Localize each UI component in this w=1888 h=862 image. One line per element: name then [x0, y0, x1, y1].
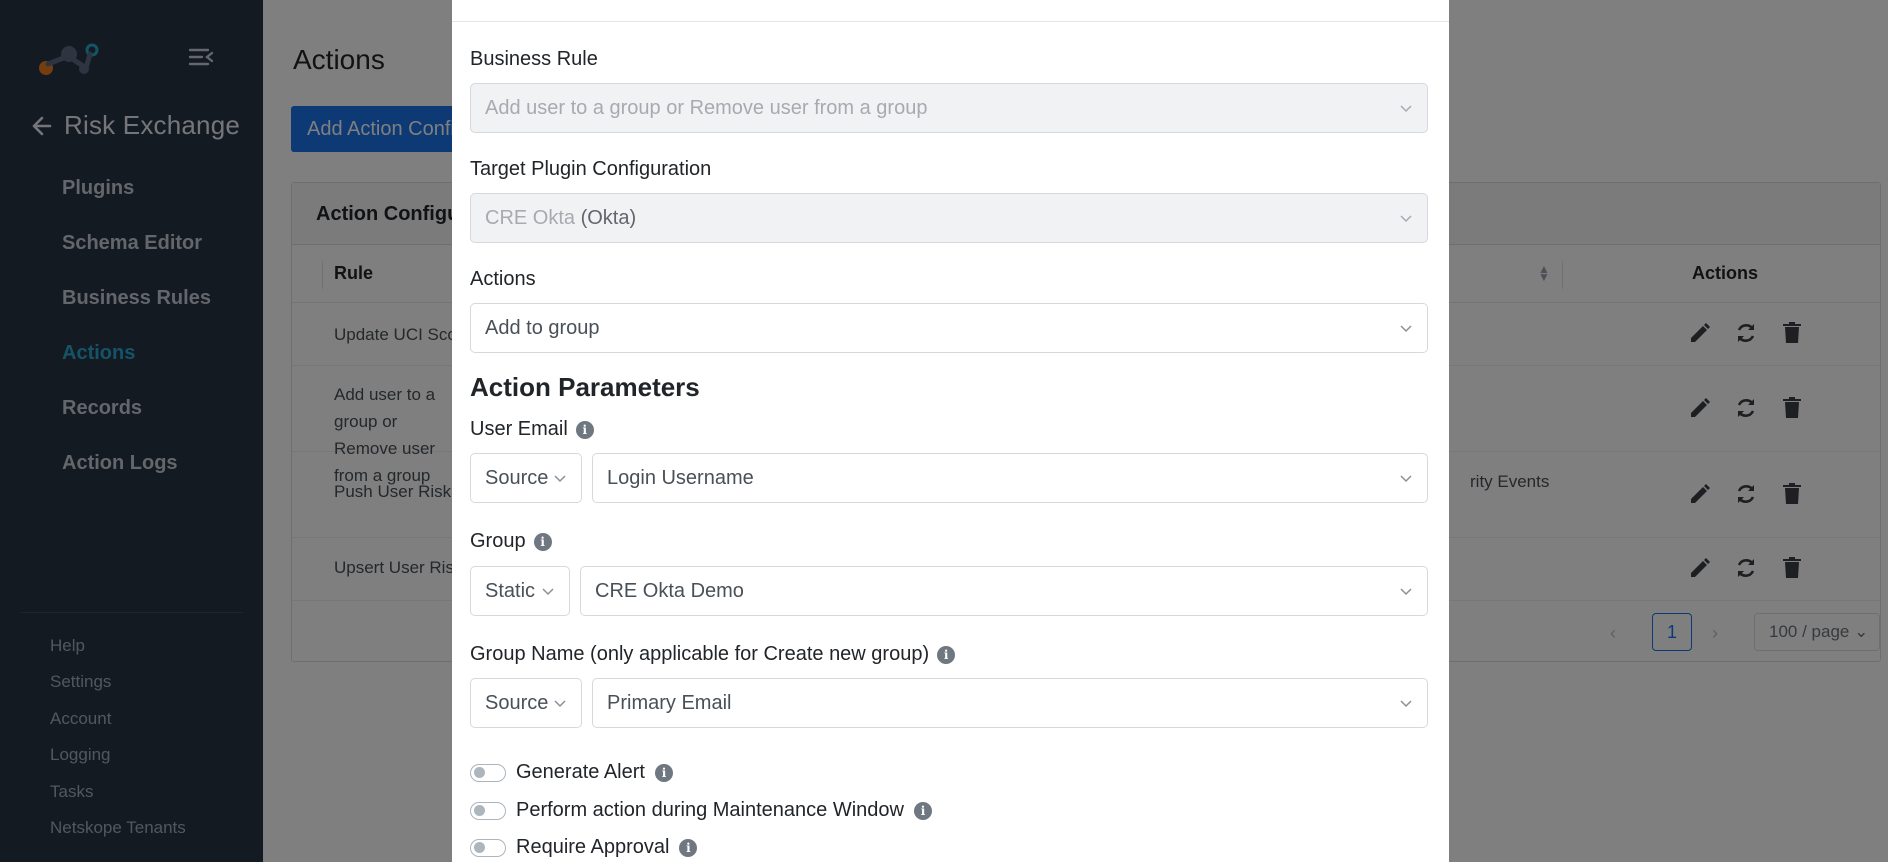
info-icon[interactable]: i: [654, 763, 673, 782]
maintenance-window-toggle[interactable]: [470, 801, 506, 820]
group-name-label-text: Group Name (only applicable for Create n…: [470, 643, 930, 665]
group-type-select[interactable]: Static: [470, 566, 570, 616]
info-icon[interactable]: i: [913, 801, 932, 820]
generate-alert-label: Generate Alert: [516, 761, 645, 783]
modal-header-divider: [452, 21, 1449, 22]
user-email-label: User Email i: [470, 418, 594, 441]
user-email-field-select[interactable]: Login Username: [592, 453, 1428, 503]
user-email-type-select[interactable]: Source: [470, 453, 582, 503]
chevron-down-icon: [1400, 475, 1412, 483]
business-rule-label: Business Rule: [470, 48, 598, 71]
actions-label: Actions: [470, 268, 536, 291]
user-email-label-text: User Email: [470, 418, 568, 440]
target-plugin-type: (Okta): [580, 207, 637, 229]
maintenance-window-label: Perform action during Maintenance Window: [516, 799, 904, 821]
chevron-down-icon: [1400, 700, 1412, 708]
business-rule-label-text: Business Rule: [470, 48, 598, 70]
action-configuration-modal: Business Rule Add user to a group or Rem…: [452, 0, 1449, 862]
info-icon[interactable]: i: [533, 532, 552, 551]
user-email-field-value: Login Username: [607, 467, 754, 489]
info-icon[interactable]: i: [575, 420, 594, 439]
actions-select[interactable]: Add to group: [470, 303, 1428, 353]
business-rule-select: Add user to a group or Remove user from …: [470, 83, 1428, 133]
target-plugin-label-text: Target Plugin Configuration: [470, 158, 712, 180]
group-value-select[interactable]: CRE Okta Demo: [580, 566, 1428, 616]
group-label: Group i: [470, 530, 552, 553]
require-approval-toggle[interactable]: [470, 838, 506, 857]
chevron-down-icon: [1400, 215, 1412, 223]
target-plugin-select: CRE Okta (Okta): [470, 193, 1428, 243]
generate-alert-toggle[interactable]: [470, 763, 506, 782]
chevron-down-icon: [1400, 325, 1412, 333]
group-name-label: Group Name (only applicable for Create n…: [470, 643, 956, 666]
business-rule-value: Add user to a group or Remove user from …: [485, 97, 928, 119]
chevron-down-icon: [554, 700, 566, 708]
group-name-type-value: Source: [485, 692, 549, 714]
group-name-type-select[interactable]: Source: [470, 678, 582, 728]
group-name-field-value: Primary Email: [607, 692, 732, 714]
info-icon[interactable]: i: [937, 645, 956, 664]
target-plugin-value: CRE Okta: [485, 207, 576, 229]
target-plugin-label: Target Plugin Configuration: [470, 158, 711, 181]
actions-label-text: Actions: [470, 268, 536, 290]
group-label-text: Group: [470, 530, 526, 552]
group-value: CRE Okta Demo: [595, 580, 744, 602]
chevron-down-icon: [542, 588, 554, 596]
generate-alert-row: Generate Alert i: [470, 761, 673, 784]
chevron-down-icon: [554, 475, 566, 483]
chevron-down-icon: [1400, 105, 1412, 113]
group-name-field-select[interactable]: Primary Email: [592, 678, 1428, 728]
require-approval-label: Require Approval: [516, 836, 670, 858]
info-icon[interactable]: i: [679, 838, 698, 857]
maintenance-window-row: Perform action during Maintenance Window…: [470, 799, 932, 822]
chevron-down-icon: [1400, 588, 1412, 596]
action-parameters-heading: Action Parameters: [470, 372, 700, 402]
actions-value: Add to group: [485, 317, 600, 339]
group-type-value: Static: [485, 580, 536, 602]
user-email-type-value: Source: [485, 467, 549, 489]
require-approval-row: Require Approval i: [470, 836, 698, 859]
